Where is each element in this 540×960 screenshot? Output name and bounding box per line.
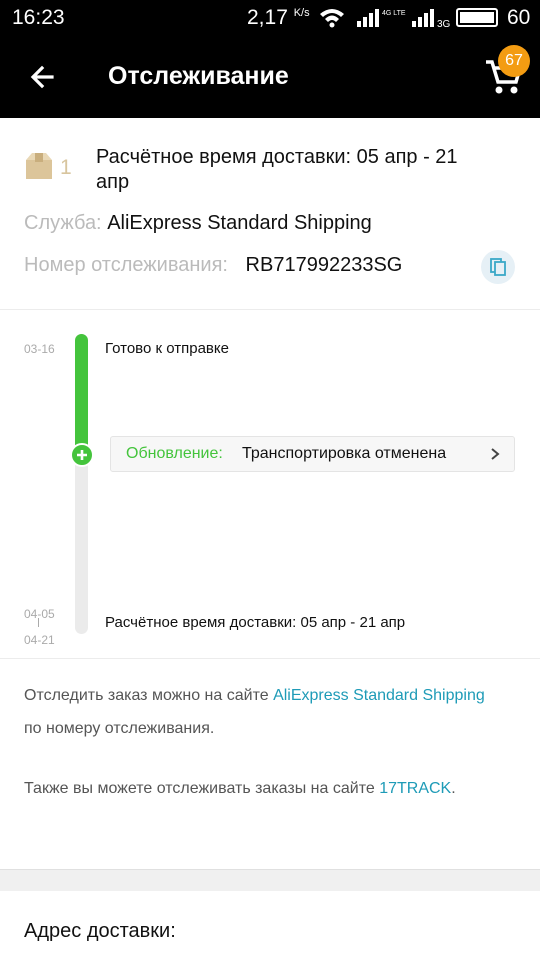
battery-icon xyxy=(456,8,498,27)
timeline-start-event: Готово к отправке xyxy=(105,340,229,357)
network-speed: 2,17 K/s xyxy=(247,6,310,29)
section-separator xyxy=(0,869,540,891)
timeline-date-separator xyxy=(38,618,39,627)
signal-icon-2 xyxy=(412,9,434,27)
delivery-address-title: Адрес доставки: xyxy=(24,920,176,942)
service-row: Служба: AliExpress Standard Shipping xyxy=(24,212,372,235)
divider xyxy=(0,658,540,659)
timeline-update-row[interactable]: Обновление: Транспортировка отменена xyxy=(110,436,515,472)
battery-level: 60 xyxy=(507,6,531,29)
timeline-progress xyxy=(75,334,88,456)
status-bar: 16:23 2,17 K/s 4G LTE 3G 60 xyxy=(0,0,540,36)
timeline-end-event: Расчётное время доставки: 05 апр - 21 ап… xyxy=(105,614,406,631)
status-time: 16:23 xyxy=(12,6,65,29)
service-value: AliExpress Standard Shipping xyxy=(107,212,372,234)
copy-icon xyxy=(490,258,506,276)
package-count: 1 xyxy=(60,156,72,179)
app-bar: Отслеживание 67 xyxy=(0,36,540,118)
arrow-back-icon[interactable] xyxy=(22,58,62,98)
tracking-number: RB717992233SG xyxy=(245,254,403,276)
page-title: Отслеживание xyxy=(108,62,289,90)
chevron-right-icon xyxy=(491,448,500,460)
aliexpress-shipping-link[interactable]: AliExpress Standard Shipping xyxy=(273,687,485,704)
17track-link[interactable]: 17TRACK xyxy=(379,780,451,797)
timeline-end-date-from: 04-05 xyxy=(24,607,55,621)
17track-info-paragraph: Также вы можете отслеживать заказы на са… xyxy=(24,780,456,797)
update-value: Транспортировка отменена xyxy=(242,445,447,462)
package-icon xyxy=(26,153,52,179)
timeline-node-plus-icon xyxy=(70,443,94,467)
timeline-start-date: 03-16 xyxy=(24,342,55,356)
status-icons: 4G LTE 3G xyxy=(320,8,498,30)
estimated-delivery: Расчётное время доставки: 05 апр - 21 ап… xyxy=(96,146,458,193)
timeline-end-date-to: 04-21 xyxy=(24,633,55,647)
signal-icon xyxy=(357,9,379,27)
divider xyxy=(0,309,540,310)
copy-tracking-button[interactable] xyxy=(481,250,515,284)
lte-label: 4G LTE xyxy=(382,10,406,17)
3g-label: 3G xyxy=(437,19,451,30)
wifi-icon xyxy=(320,9,344,28)
service-label: Служба: xyxy=(24,212,102,234)
cart-count-badge: 67 xyxy=(498,45,530,77)
tracking-row: Номер отслеживания: RB717992233SG xyxy=(24,254,402,277)
tracking-info-paragraph: Отследить заказ можно на сайте AliExpres… xyxy=(24,687,485,737)
tracking-label: Номер отслеживания: xyxy=(24,254,228,276)
update-label: Обновление: xyxy=(126,445,223,462)
